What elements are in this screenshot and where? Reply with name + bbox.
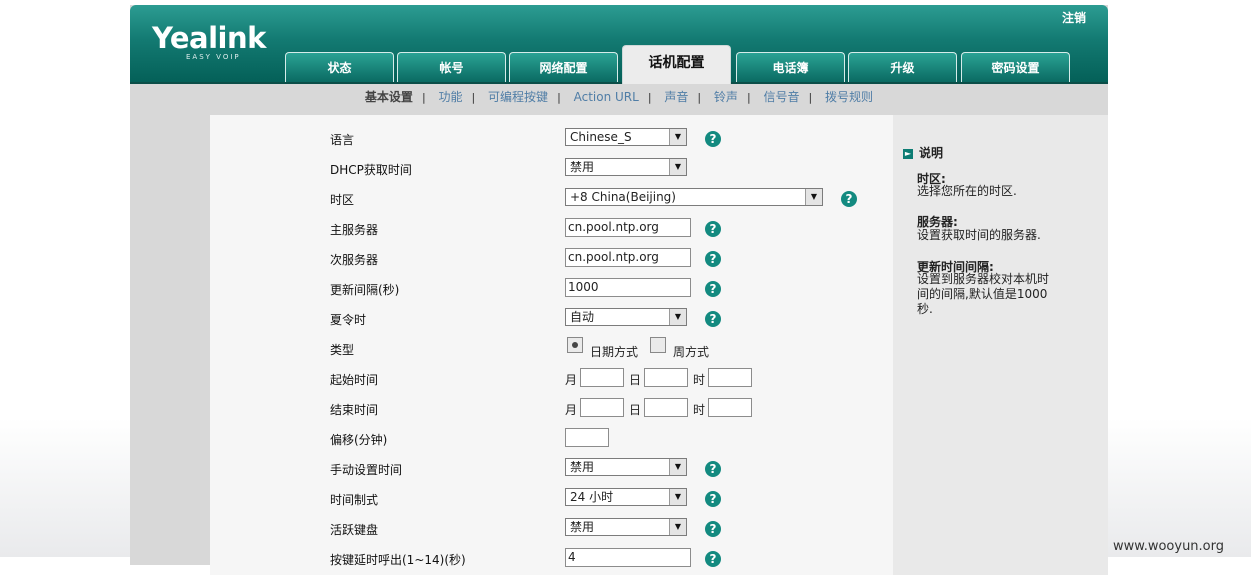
start-day-input[interactable] xyxy=(644,368,688,387)
subnav-programmable-keys[interactable]: 可编程按键 xyxy=(479,90,557,104)
week-mode-radio[interactable] xyxy=(650,337,666,353)
arrow-bullet-icon: ► xyxy=(903,149,913,159)
row-update-interval: 更新间隔(秒) 1000 ? xyxy=(210,273,893,303)
yealink-logo: Yealink EASY VOIP xyxy=(152,21,266,61)
row-language: 语言 Chinese_S ▼ ? xyxy=(210,123,893,153)
help-icon[interactable]: ? xyxy=(705,131,721,147)
secondary-server-input[interactable]: cn.pool.ntp.org xyxy=(565,248,691,267)
row-manual-time: 手动设置时间 禁用 ▼ ? xyxy=(210,453,893,483)
dst-select[interactable]: 自动 ▼ xyxy=(565,308,687,326)
tab-account[interactable]: 帐号 xyxy=(397,52,506,82)
row-end-time: 结束时间 月 日 时 xyxy=(210,393,893,423)
end-day-input[interactable] xyxy=(644,398,688,417)
manual-time-select[interactable]: 禁用 ▼ xyxy=(565,458,687,476)
date-mode-radio[interactable] xyxy=(567,337,583,353)
row-key-delay: 按键延时呼出(1~14)(秒) 4 ? xyxy=(210,543,893,573)
chevron-down-icon[interactable]: ▼ xyxy=(669,519,686,535)
chevron-down-icon[interactable]: ▼ xyxy=(669,459,686,475)
help-icon[interactable]: ? xyxy=(705,281,721,297)
start-month-input[interactable] xyxy=(580,368,624,387)
subnav-dial-rules[interactable]: 拨号规则 xyxy=(816,90,882,104)
help-text-server: 设置获取时间的服务器. xyxy=(917,228,1041,242)
help-text-interval: 设置到服务器校对本机时间的间隔,默认值是1000秒. xyxy=(917,272,1050,316)
logout-link[interactable]: 注销 xyxy=(1062,9,1086,26)
help-panel: ► 说明 时区: 选择您所在的时区. 服务器: 设置获取时间的服务器. 更新时间间… xyxy=(893,115,1108,575)
tab-password[interactable]: 密码设置 xyxy=(961,52,1070,82)
row-time-format: 时间制式 24 小时 ▼ ? xyxy=(210,483,893,513)
chevron-down-icon[interactable]: ▼ xyxy=(669,129,686,145)
tab-network[interactable]: 网络配置 xyxy=(509,52,618,82)
offset-input[interactable] xyxy=(565,428,609,447)
subnav-action-url[interactable]: Action URL xyxy=(565,90,648,104)
timezone-select[interactable]: +8 China(Beijing) ▼ xyxy=(565,188,823,206)
watermark: www.wooyun.org xyxy=(1113,539,1225,554)
help-icon[interactable]: ? xyxy=(705,551,721,567)
help-icon[interactable]: ? xyxy=(705,491,721,507)
settings-form: 语言 Chinese_S ▼ ? DHCP获取时间 禁用 ▼ 时区 +8 China… xyxy=(210,115,893,575)
sub-navigation: 基本设置 | 功能 | 可编程按键 | Action URL | 声音 | 铃声 | 信号音… xyxy=(130,84,1108,111)
tab-upgrade[interactable]: 升级 xyxy=(848,52,957,82)
active-keypad-select[interactable]: 禁用 ▼ xyxy=(565,518,687,536)
start-hour-input[interactable] xyxy=(708,368,752,387)
chevron-down-icon[interactable]: ▼ xyxy=(669,309,686,325)
row-offset: 偏移(分钟) xyxy=(210,423,893,453)
row-start-time: 起始时间 月 日 时 xyxy=(210,363,893,393)
tab-status[interactable]: 状态 xyxy=(285,52,394,82)
end-hour-input[interactable] xyxy=(708,398,752,417)
help-icon[interactable]: ? xyxy=(705,521,721,537)
help-icon[interactable]: ? xyxy=(705,461,721,477)
chevron-down-icon[interactable]: ▼ xyxy=(669,159,686,175)
subnav-sound[interactable]: 声音 xyxy=(655,90,697,104)
key-delay-input[interactable]: 4 xyxy=(565,548,691,567)
row-dst: 夏令时 自动 ▼ ? xyxy=(210,303,893,333)
primary-server-input[interactable]: cn.pool.ntp.org xyxy=(565,218,691,237)
row-primary-server: 主服务器 cn.pool.ntp.org ? xyxy=(210,213,893,243)
tab-phone-settings[interactable]: 话机配置 xyxy=(622,45,731,84)
subnav-ring[interactable]: 铃声 xyxy=(705,90,747,104)
subnav-features[interactable]: 功能 xyxy=(429,90,471,104)
row-active-keypad: 活跃键盘 禁用 ▼ ? xyxy=(210,513,893,543)
end-month-input[interactable] xyxy=(580,398,624,417)
help-panel-title: ► 说明 xyxy=(903,146,944,160)
subnav-basic[interactable]: 基本设置 xyxy=(356,90,422,104)
row-timezone: 时区 +8 China(Beijing) ▼ ? xyxy=(210,183,893,213)
header: Yealink EASY VOIP 注销 状态 帐号 网络配置 话机配置 电话簿… xyxy=(130,5,1108,84)
help-text-timezone: 选择您所在的时区. xyxy=(917,184,1017,198)
tab-phonebook[interactable]: 电话簿 xyxy=(736,52,845,82)
help-icon[interactable]: ? xyxy=(841,191,857,207)
chevron-down-icon[interactable]: ▼ xyxy=(669,489,686,505)
language-select[interactable]: Chinese_S ▼ xyxy=(565,128,687,146)
subnav-tones[interactable]: 信号音 xyxy=(754,90,808,104)
help-icon[interactable]: ? xyxy=(705,251,721,267)
chevron-down-icon[interactable]: ▼ xyxy=(805,189,822,205)
row-secondary-server: 次服务器 cn.pool.ntp.org ? xyxy=(210,243,893,273)
app-frame: Yealink EASY VOIP 注销 状态 帐号 网络配置 话机配置 电话簿… xyxy=(130,5,1108,575)
row-dhcp-time: DHCP获取时间 禁用 ▼ xyxy=(210,153,893,183)
update-interval-input[interactable]: 1000 xyxy=(565,278,691,297)
row-type: 类型 日期方式 周方式 xyxy=(210,333,893,363)
help-icon[interactable]: ? xyxy=(705,311,721,327)
dhcp-time-select[interactable]: 禁用 ▼ xyxy=(565,158,687,176)
time-format-select[interactable]: 24 小时 ▼ xyxy=(565,488,687,506)
help-icon[interactable]: ? xyxy=(705,221,721,237)
